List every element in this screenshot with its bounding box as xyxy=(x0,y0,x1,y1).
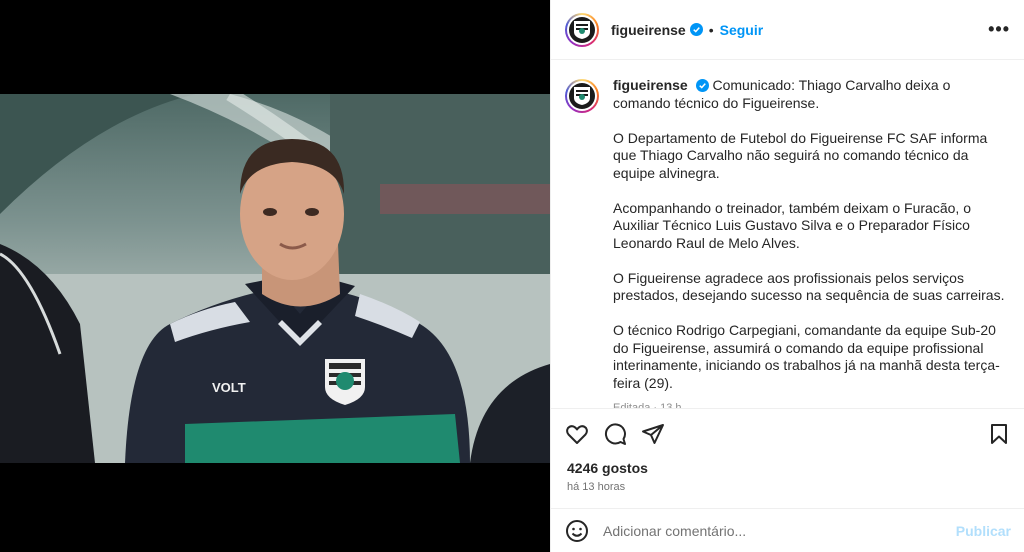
caption-area[interactable]: figueirense Comunicado: Thiago Carvalho … xyxy=(551,61,1024,408)
publish-button[interactable]: Publicar xyxy=(956,523,1011,539)
like-heart-icon[interactable] xyxy=(565,422,589,446)
follow-button[interactable]: Seguir xyxy=(720,22,764,38)
shirt-sponsor-text: VOLT xyxy=(212,380,246,395)
caption-paragraph: O Departamento de Futebol do Figueirense… xyxy=(613,129,988,181)
caption-paragraph: O Figueirense agradece aos profissionais… xyxy=(613,269,1005,304)
caption-username[interactable]: figueirense xyxy=(613,77,688,93)
profile-avatar[interactable] xyxy=(565,12,599,47)
more-options-icon[interactable]: ••• xyxy=(988,19,1010,40)
caption-paragraph: Acompanhando o treinador, também deixam … xyxy=(613,199,971,251)
likes-count[interactable]: 4246 gostos xyxy=(567,460,648,476)
verified-badge-icon xyxy=(695,79,709,92)
comment-input[interactable] xyxy=(603,522,956,539)
caption-text: figueirense Comunicado: Thiago Carvalho … xyxy=(613,77,1011,408)
verified-badge-icon xyxy=(689,23,703,36)
header-separator: • xyxy=(708,21,714,38)
post-time[interactable]: há 13 horas xyxy=(567,481,625,493)
caption-paragraph: O técnico Rodrigo Carpegiani, comandante… xyxy=(613,322,1000,391)
post-panel: figueirense • Seguir ••• figueirense Com… xyxy=(550,0,1024,552)
post-header: figueirense • Seguir ••• xyxy=(551,0,1024,60)
caption-paragraph: figueirense Comunicado: Thiago Carvalho … xyxy=(613,77,1011,112)
post-media: VOLT xyxy=(0,0,550,552)
post-photo[interactable]: VOLT xyxy=(0,94,550,463)
comment-icon[interactable] xyxy=(603,422,627,446)
coach-photo-illustration: VOLT xyxy=(0,94,550,463)
comment-bar: Publicar xyxy=(551,508,1024,552)
emoji-icon[interactable] xyxy=(565,519,589,543)
action-bar xyxy=(551,408,1024,458)
edited-timestamp: Editada · 13 h xyxy=(613,401,682,409)
club-crest-icon xyxy=(569,83,595,109)
header-username[interactable]: figueirense xyxy=(611,22,686,38)
save-bookmark-icon[interactable] xyxy=(987,422,1011,446)
caption-avatar[interactable] xyxy=(565,79,599,113)
club-crest-icon xyxy=(569,16,595,43)
share-send-icon[interactable] xyxy=(641,422,665,446)
